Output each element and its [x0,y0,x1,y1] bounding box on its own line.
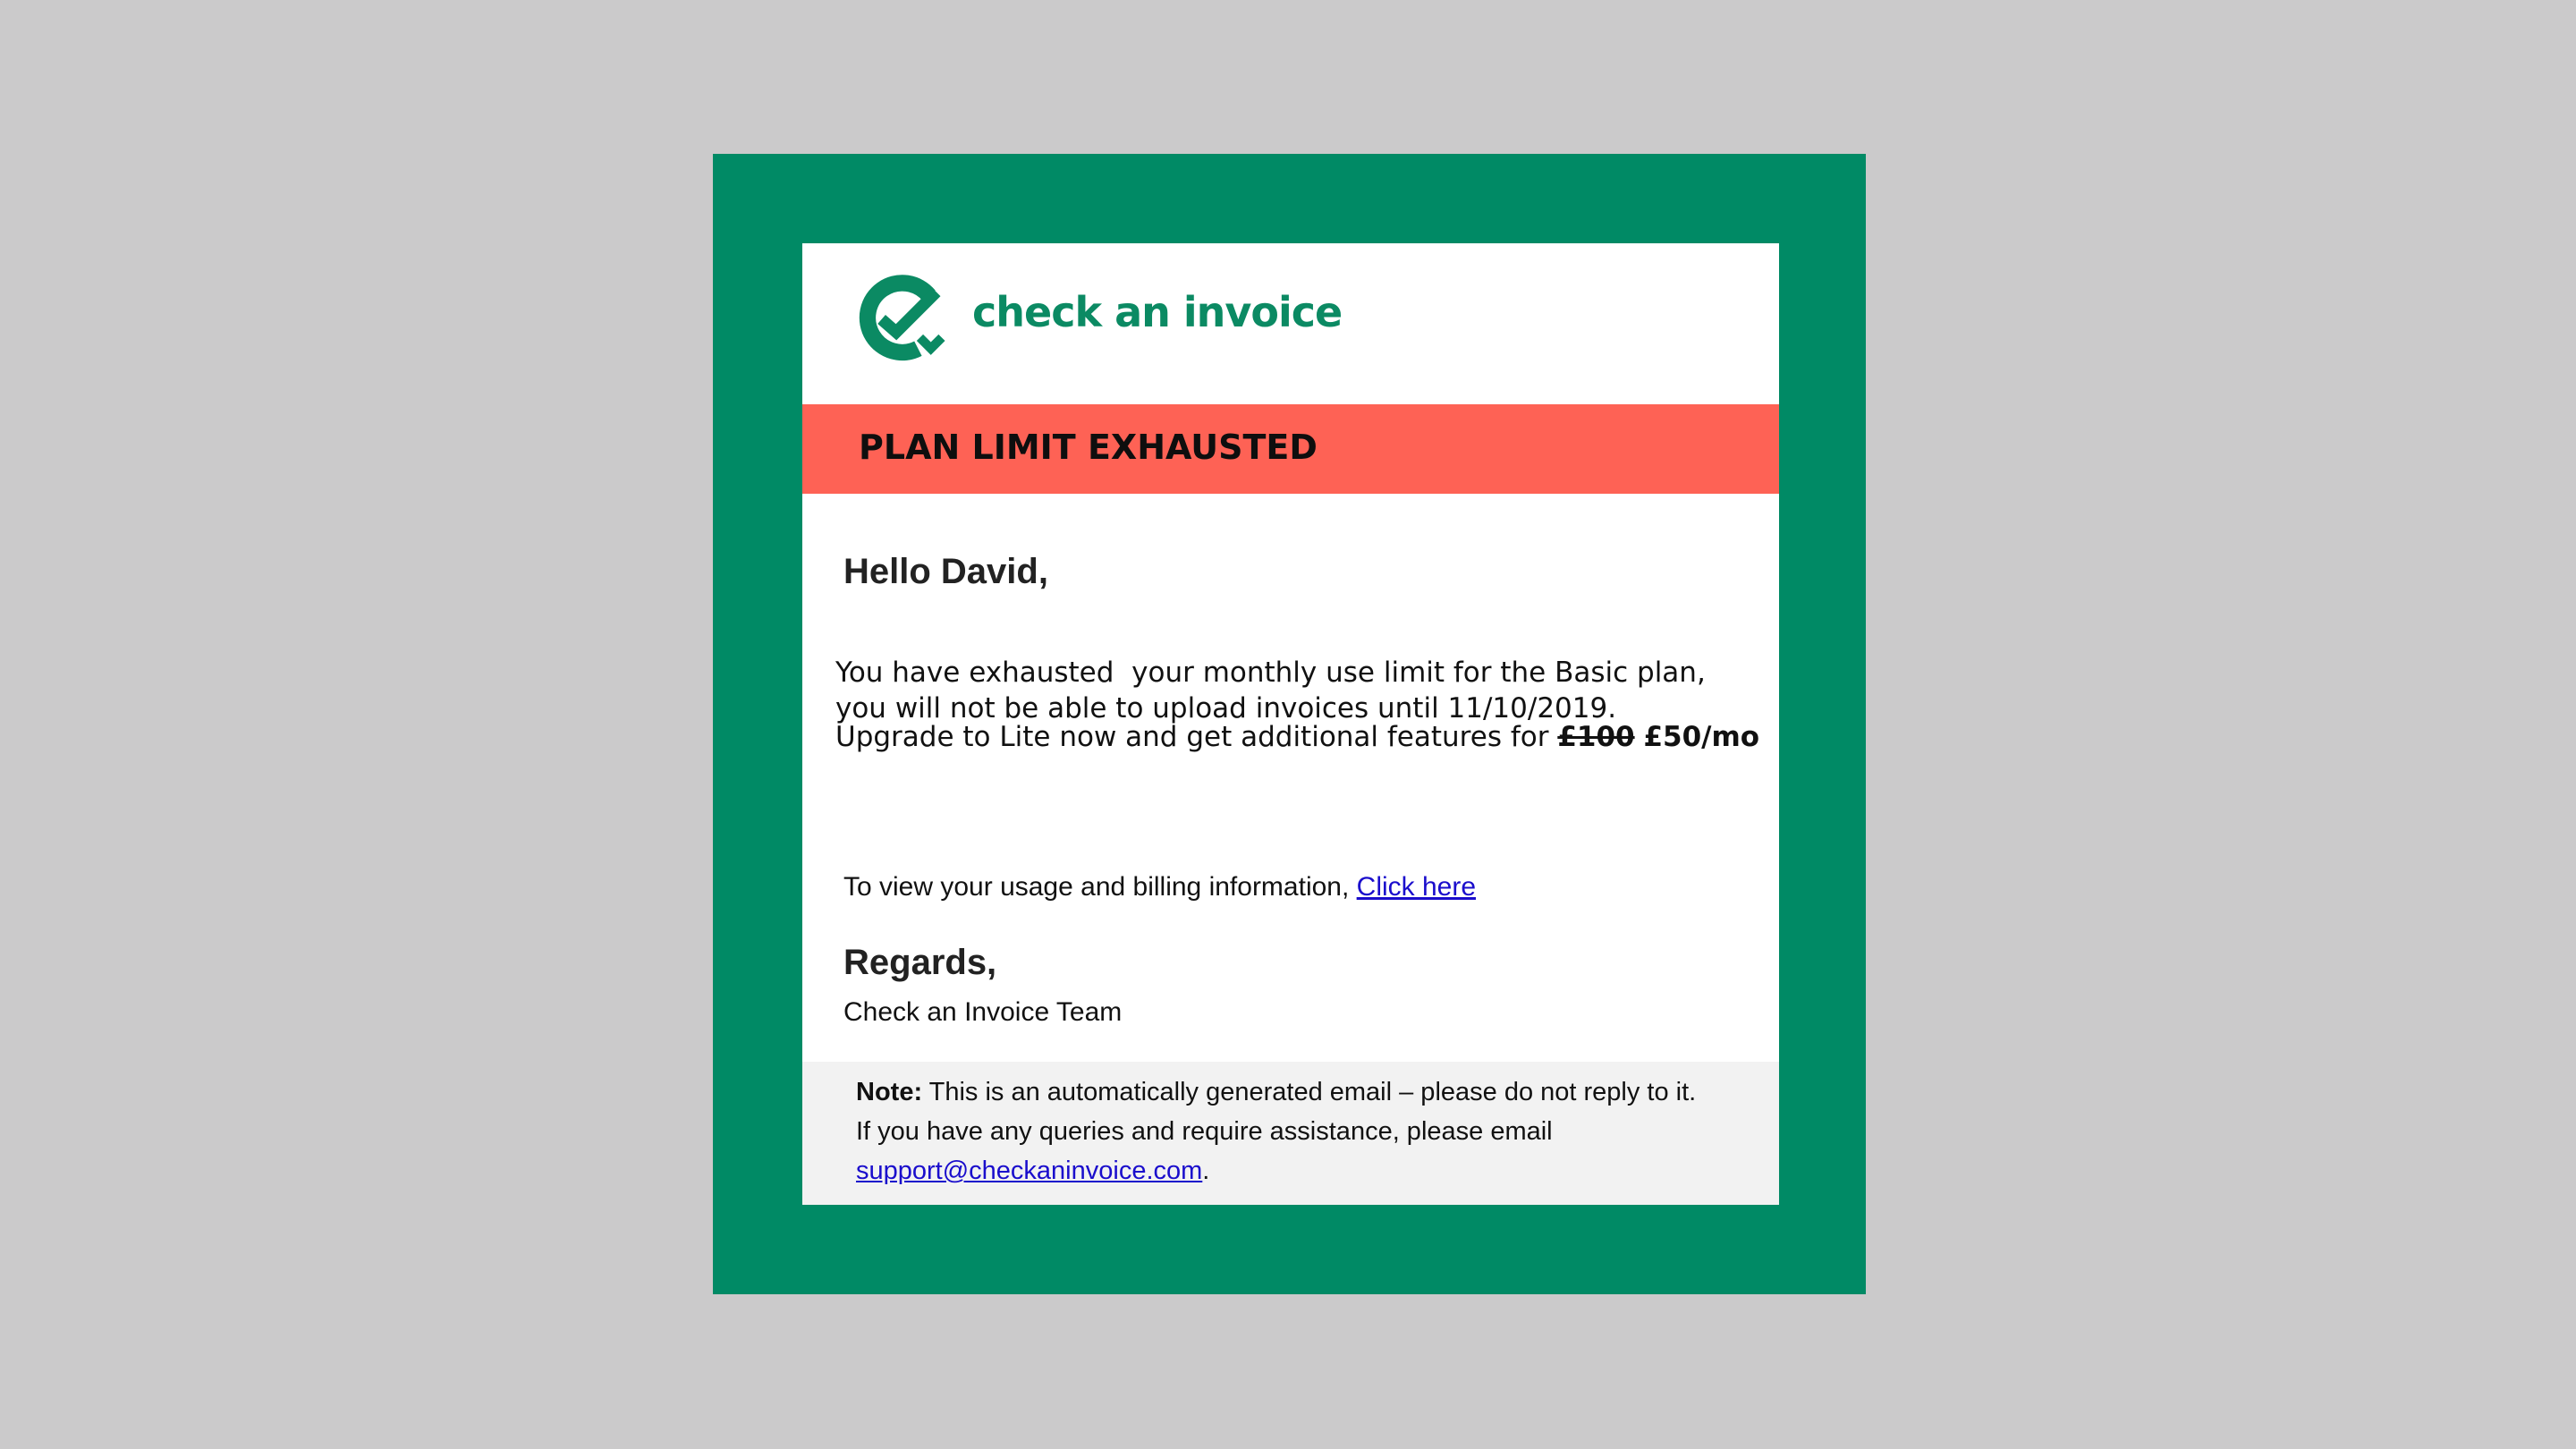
footer-text: Note: This is an automatically generated… [856,1072,1750,1191]
greeting: Hello David, [843,552,1048,591]
queries-line: If you have any queries and require assi… [856,1117,1553,1146]
limit-message: You have exhausted your monthly use limi… [835,655,1706,726]
support-period: . [1202,1157,1210,1185]
old-price: £100 [1557,721,1635,753]
alert-banner: PLAN LIMIT EXHAUSTED [802,404,1779,494]
billing-click-here-link[interactable]: Click here [1357,872,1476,902]
brand-wordmark: check an invoice [972,288,1343,336]
email-frame: check an invoice PLAN LIMIT EXHAUSTED He… [713,154,1866,1294]
support-email-link[interactable]: support@checkaninvoice.com [856,1157,1202,1185]
note-text: This is an automatically generated email… [922,1078,1697,1106]
regards-heading: Regards, [843,943,997,982]
header-logo: check an invoice [802,243,1779,404]
footer-note: Note: This is an automatically generated… [802,1062,1779,1205]
support-line: support@checkaninvoice.com. [856,1151,1750,1191]
note-line: Note: This is an automatically generated… [856,1072,1750,1112]
note-label: Note: [856,1078,923,1106]
billing-info: To view your usage and billing informati… [843,872,1476,902]
banner-title: PLAN LIMIT EXHAUSTED [859,428,1318,467]
billing-text: To view your usage and billing informati… [843,872,1357,902]
team-signature: Check an Invoice Team [843,997,1123,1027]
upgrade-text: Upgrade to Lite now and get additional f… [835,721,1558,753]
upgrade-message: Upgrade to Lite now and get additional f… [835,719,1759,755]
new-price: £50/mo [1643,721,1760,753]
email-card: check an invoice PLAN LIMIT EXHAUSTED He… [802,243,1779,1205]
check-an-invoice-logo-icon [859,275,945,361]
limit-line-1: You have exhausted your monthly use limi… [835,657,1706,689]
